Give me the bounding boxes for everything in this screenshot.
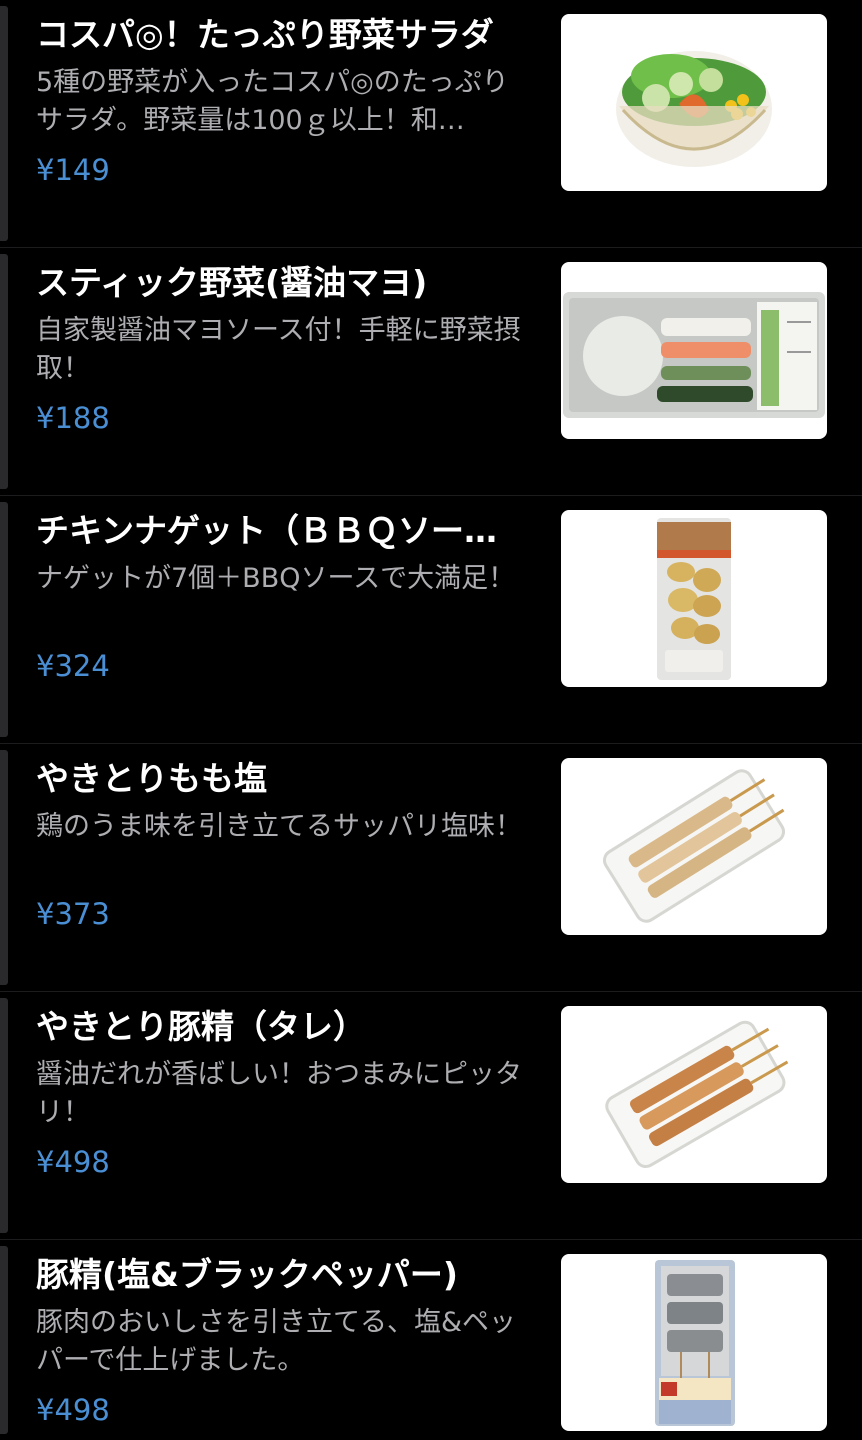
menu-item[interactable]: やきとり豚精（タレ） 醤油だれが香ばしい！おつまみにピッタリ！ ¥498 [0, 992, 862, 1240]
item-price: ¥498 [36, 1393, 110, 1427]
item-price: ¥498 [36, 1145, 110, 1179]
menu-item[interactable]: コスパ◎！たっぷり野菜サラダ 5種の野菜が入ったコスパ◎のたっぷりサラダ。野菜量… [0, 0, 862, 248]
yakitori-salt-photo-icon[interactable] [561, 758, 827, 935]
item-description: ナゲットが7個＋BBQソースで大満足！ [36, 563, 516, 594]
item-title: やきとりもも塩 [36, 759, 267, 798]
item-price: ¥188 [36, 401, 110, 435]
item-title: スティック野菜(醤油マヨ) [36, 263, 428, 302]
card-edge [0, 6, 8, 241]
menu-item[interactable]: チキンナゲット（ＢＢＱソー… ナゲットが7個＋BBQソースで大満足！ ¥324 [0, 496, 862, 744]
card-edge [0, 502, 8, 737]
vegetable-sticks-photo-icon[interactable] [561, 262, 827, 439]
card-edge [0, 1246, 8, 1434]
card-edge [0, 254, 8, 489]
item-description: 自家製醤油マヨソース付！手軽に野菜摂取！ [36, 315, 521, 384]
item-price: ¥324 [36, 649, 110, 683]
menu-list: コスパ◎！たっぷり野菜サラダ 5種の野菜が入ったコスパ◎のたっぷりサラダ。野菜量… [0, 0, 862, 1440]
card-edge [0, 750, 8, 985]
card-edge [0, 998, 8, 1233]
menu-item[interactable]: スティック野菜(醤油マヨ) 自家製醤油マヨソース付！手軽に野菜摂取！ ¥188 [0, 248, 862, 496]
item-title: やきとり豚精（タレ） [36, 1007, 366, 1046]
item-description: 醤油だれが香ばしい！おつまみにピッタリ！ [36, 1059, 522, 1128]
salad-bowl-photo-icon[interactable] [561, 14, 827, 191]
menu-item[interactable]: 豚精(塩&ブラックペッパー) 豚肉のおいしさを引き立てる、塩&ペッパーで仕上げま… [0, 1240, 862, 1440]
item-description: 豚肉のおいしさを引き立てる、塩&ペッパーで仕上げました。 [36, 1307, 517, 1376]
item-description: 5種の野菜が入ったコスパ◎のたっぷりサラダ。野菜量は100ｇ以上！和… [36, 67, 509, 136]
chicken-nuggets-photo-icon[interactable] [561, 510, 827, 687]
item-price: ¥149 [36, 153, 110, 187]
yakitori-tare-photo-icon[interactable] [561, 1006, 827, 1183]
menu-item[interactable]: やきとりもも塩 鶏のうま味を引き立てるサッパリ塩味！ ¥373 [0, 744, 862, 992]
item-title: チキンナゲット（ＢＢＱソー… [36, 511, 498, 550]
item-description: 鶏のうま味を引き立てるサッパリ塩味！ [36, 811, 522, 842]
item-title: コスパ◎！たっぷり野菜サラダ [36, 15, 494, 54]
item-title: 豚精(塩&ブラックペッパー) [36, 1255, 458, 1294]
item-price: ¥373 [36, 897, 110, 931]
pork-skewer-pepper-photo-icon[interactable] [561, 1254, 827, 1431]
